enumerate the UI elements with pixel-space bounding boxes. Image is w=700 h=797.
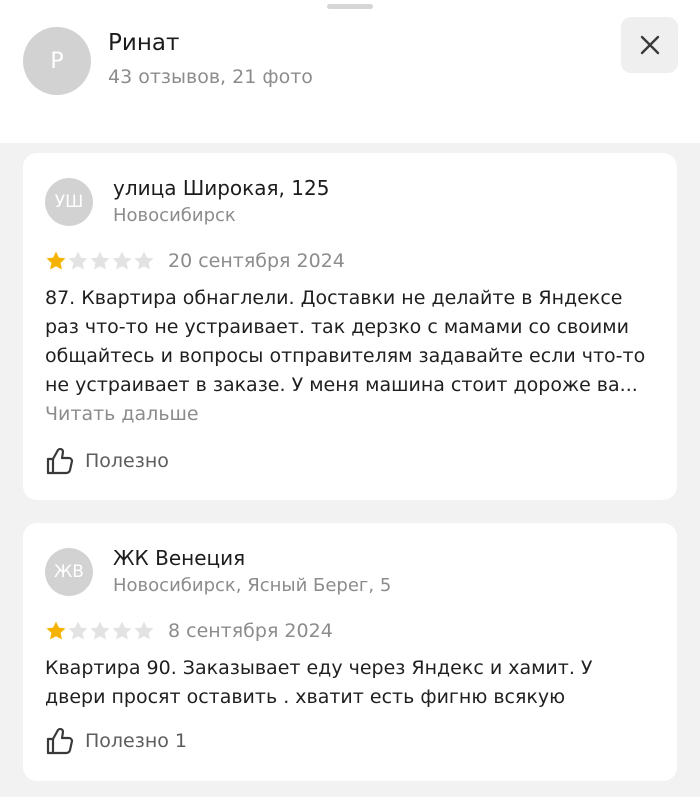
star-filled-icon: [46, 621, 66, 640]
star-empty-icon: [90, 251, 110, 270]
review-card: ЖВ ЖК Венеция Новосибирск, Ясный Берег, …: [23, 523, 677, 781]
user-name: Ринат: [108, 30, 180, 56]
place-name[interactable]: улица Широкая, 125: [113, 176, 329, 200]
rating-stars: [45, 250, 155, 272]
place-address: Новосибирск: [113, 205, 236, 226]
user-stats: 43 отзывов, 21 фото: [108, 66, 313, 88]
star-empty-icon: [112, 621, 132, 640]
thumbs-up-icon: [46, 447, 74, 475]
profile-header: Р Ринат 43 отзывов, 21 фото: [0, 0, 700, 143]
read-more-link[interactable]: Читать дальше: [45, 403, 199, 425]
star-empty-icon: [90, 621, 110, 640]
avatar: Р: [23, 27, 91, 95]
close-icon: [640, 35, 659, 55]
place-address: Новосибирск, Ясный Берег, 5: [113, 575, 392, 596]
rating-stars: [45, 620, 155, 642]
useful-label: Полезно: [85, 450, 169, 472]
thumbs-up-icon: [46, 727, 74, 755]
review-card: УШ улица Широкая, 125 Новосибирск 20 сен…: [23, 153, 677, 500]
star-empty-icon: [134, 621, 154, 640]
star-empty-icon: [68, 621, 88, 640]
review-date: 8 сентября 2024: [168, 620, 333, 642]
useful-label: Полезно: [85, 730, 169, 752]
useful-count: 1: [174, 730, 187, 752]
review-text: Квартира 90. Заказывает еду через Яндекс…: [45, 657, 593, 708]
star-empty-icon: [134, 251, 154, 270]
useful-button[interactable]: Полезно: [45, 446, 175, 476]
star-empty-icon: [68, 251, 88, 270]
place-avatar: ЖВ: [45, 548, 93, 596]
star-empty-icon: [112, 251, 132, 270]
drag-handle[interactable]: [327, 4, 373, 9]
review-date: 20 сентября 2024: [168, 250, 345, 272]
place-name[interactable]: ЖК Венеция: [113, 546, 245, 570]
useful-button[interactable]: Полезно 1: [45, 726, 187, 756]
star-filled-icon: [46, 251, 66, 270]
close-button[interactable]: [621, 17, 678, 73]
review-text: 87. Квартира обнаглели. Доставки не дела…: [45, 287, 646, 396]
place-avatar: УШ: [45, 178, 93, 226]
